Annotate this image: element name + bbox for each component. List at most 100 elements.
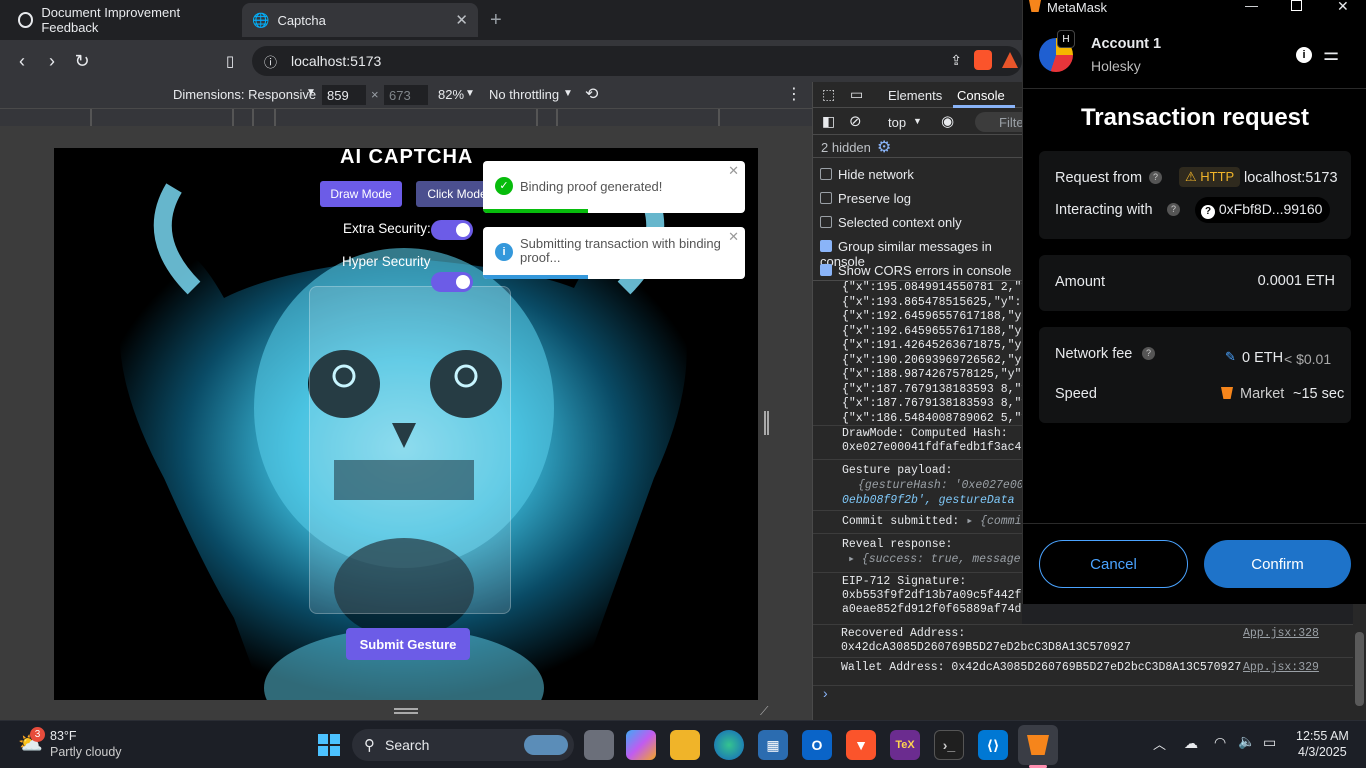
tab-document-feedback[interactable]: Document Improvement Feedback [8, 3, 240, 37]
log-gesture-payload[interactable]: Gesture payload: {gestureHash: '0xe027e0… [842, 463, 1022, 508]
file-explorer-icon[interactable] [670, 730, 700, 760]
sidebar-toggle-icon[interactable]: ◧ [822, 113, 835, 130]
tab-console[interactable]: Console [957, 88, 1005, 103]
settings-gear-icon[interactable]: ⚙ [877, 137, 891, 157]
share-icon[interactable]: ⇪ [950, 52, 962, 69]
vscode-icon[interactable]: ⟨⟩ [978, 730, 1008, 760]
height-input[interactable]: 673 [384, 85, 428, 105]
clear-console-icon[interactable]: ⊘ [849, 112, 862, 130]
scrollbar-track[interactable] [1353, 604, 1366, 720]
hide-network-option[interactable]: Hide network [820, 167, 914, 182]
help-icon[interactable]: ? [1167, 203, 1180, 216]
site-info-icon[interactable]: ⓘ [264, 52, 277, 71]
close-icon[interactable]: ✕ [728, 163, 739, 179]
media-query-ruler[interactable] [0, 108, 812, 126]
outlook-icon[interactable]: O [802, 730, 832, 760]
prompt-chevron-icon: › [823, 685, 828, 701]
cloud-offline-icon[interactable]: ☁ [1184, 735, 1198, 752]
network-name[interactable]: Holesky [1091, 58, 1141, 74]
request-from-label: Request from [1055, 170, 1143, 186]
device-toggle-icon[interactable]: ▭ [850, 86, 863, 103]
resize-handle-right[interactable] [764, 411, 769, 435]
filter-input[interactable]: Filte [975, 112, 1022, 132]
dimensions-select[interactable]: Dimensions: Responsive [173, 87, 316, 102]
new-tab-icon[interactable]: + [490, 9, 502, 32]
metamask-taskbar-icon[interactable] [1018, 725, 1058, 765]
badge-text: HTTP [1200, 169, 1235, 184]
extra-security-toggle[interactable] [431, 220, 473, 240]
volume-icon[interactable]: 🔈 [1238, 733, 1255, 750]
texstudio-icon[interactable]: TeX [890, 730, 920, 760]
reload-icon[interactable]: ↻ [69, 48, 95, 74]
terminal-icon[interactable]: ›_ [934, 730, 964, 760]
contract-address-pill[interactable]: ? 0xFbf8D...99160 [1195, 197, 1331, 223]
clock-date[interactable]: 4/3/2025 [1298, 745, 1347, 759]
chevron-down-icon: ▼ [465, 88, 475, 99]
eye-icon[interactable]: ◉ [941, 112, 954, 130]
rotate-icon[interactable]: ⟲ [585, 84, 598, 104]
brave-shield-icon[interactable] [974, 50, 992, 70]
confirm-button[interactable]: Confirm [1204, 540, 1351, 588]
edge-icon[interactable] [714, 730, 744, 760]
context-select[interactable]: top [888, 115, 906, 130]
chevron-down-icon: ▼ [563, 88, 573, 99]
gesture-canvas[interactable] [309, 286, 511, 614]
brave-icon[interactable]: ▼ [846, 730, 876, 760]
console-prompt[interactable]: › [813, 685, 1353, 720]
close-icon[interactable]: ✕ [728, 229, 739, 245]
chevron-up-icon[interactable]: ︿ [1153, 734, 1166, 753]
close-window-icon[interactable]: ✕ [1337, 0, 1349, 15]
bookmark-icon[interactable]: ▯ [217, 48, 243, 74]
address-bar[interactable]: ⓘ localhost:5173 ⇪ [252, 46, 1022, 76]
windows-start-icon[interactable] [318, 734, 340, 756]
info-icon[interactable]: i [1296, 47, 1312, 63]
taskbar-search[interactable]: ⚲ Search [352, 729, 574, 761]
throttling-select[interactable]: No throttling [489, 87, 559, 102]
maximize-icon[interactable] [1291, 0, 1302, 11]
minimize-icon[interactable]: — [1245, 0, 1258, 13]
hyper-security-toggle[interactable] [431, 272, 473, 292]
brave-rewards-icon[interactable] [1002, 52, 1018, 68]
transaction-heading: Transaction request [1080, 104, 1310, 131]
scrollbar-thumb[interactable] [1355, 632, 1364, 706]
draw-mode-button[interactable]: Draw Mode [320, 181, 402, 207]
settings-sliders-icon[interactable]: ⚌ [1323, 44, 1339, 65]
forward-icon[interactable]: › [39, 48, 65, 74]
copilot-icon[interactable] [626, 730, 656, 760]
cancel-button[interactable]: Cancel [1039, 540, 1188, 588]
account-name[interactable]: Account 1 [1091, 36, 1161, 52]
close-tab-icon[interactable]: ✕ [455, 11, 468, 29]
resize-corner-icon[interactable]: ⟋ [760, 704, 768, 719]
inspect-icon[interactable]: ⬚ [822, 86, 835, 103]
submit-gesture-button[interactable]: Submit Gesture [346, 628, 470, 660]
preserve-log-option[interactable]: Preserve log [820, 191, 911, 206]
cors-errors-option[interactable]: Show CORS errors in console [820, 263, 1011, 278]
battery-icon[interactable]: ▭ [1263, 734, 1276, 751]
toast-info: i Submitting transaction with binding pr… [483, 227, 745, 279]
store-icon[interactable]: ▦ [758, 730, 788, 760]
wifi-icon[interactable]: ◠ [1214, 734, 1226, 751]
url-text[interactable]: localhost:5173 [291, 53, 381, 69]
tab-elements[interactable]: Elements [888, 88, 942, 103]
resize-handle-bottom[interactable] [394, 708, 418, 714]
clock-time[interactable]: 12:55 AM [1296, 729, 1349, 743]
search-highlight-icon [524, 735, 568, 755]
log-reveal[interactable]: Reveal response: ▸ {success: true, messag… [842, 537, 1022, 567]
tab-title: Captcha [277, 12, 326, 28]
task-view-icon[interactable] [584, 730, 614, 760]
help-icon[interactable]: ? [1149, 171, 1162, 184]
weather-temp[interactable]: 83°F [50, 729, 77, 743]
back-icon[interactable]: ‹ [9, 48, 35, 74]
tab-captcha[interactable]: 🌐 Captcha ✕ [242, 3, 478, 37]
help-icon[interactable]: ? [1142, 347, 1155, 360]
network-fee-label: Network fee [1055, 346, 1133, 362]
source-link[interactable]: App.jsx:329 [1243, 661, 1319, 674]
selected-context-option[interactable]: Selected context only [820, 215, 962, 230]
width-input[interactable]: 859 [322, 85, 366, 105]
zoom-select[interactable]: 82% [438, 87, 464, 102]
more-options-icon[interactable]: ⋮ [786, 84, 802, 104]
log-commit[interactable]: Commit submitted: ▸ {commit [842, 513, 1022, 528]
weather-desc[interactable]: Partly cloudy [50, 745, 122, 759]
source-link[interactable]: App.jsx:328 [1243, 627, 1319, 640]
edit-fee-icon[interactable]: ✎ [1225, 349, 1236, 365]
